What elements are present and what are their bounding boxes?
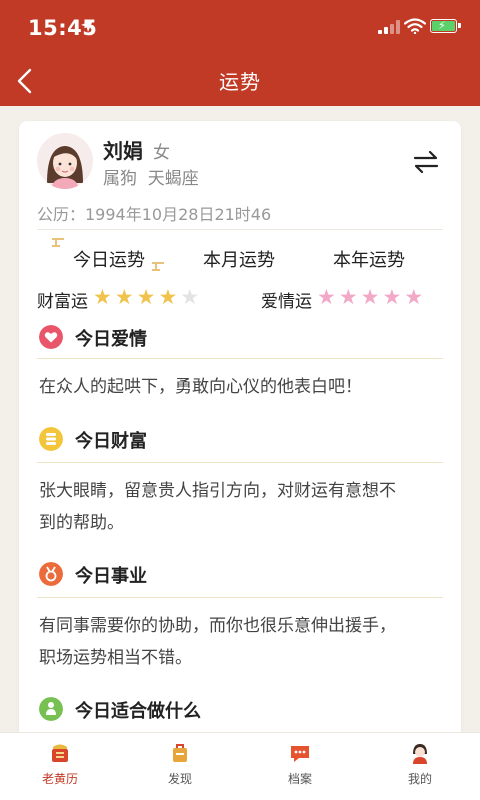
archive-icon — [291, 746, 309, 762]
section-text-line: 在众人的起哄下，勇敢向心仪的他表白吧！ — [39, 377, 362, 397]
cellular-signal-icon — [378, 20, 400, 34]
bottom-tab-bar: 老黄历 发现 档案 我的 — [0, 732, 480, 800]
avatar[interactable] — [37, 133, 93, 189]
location-arrow-icon — [81, 20, 93, 32]
wealth-rating-stars: ★ ★ ★ ★ ★ — [93, 286, 202, 308]
tabbar-item-archive[interactable]: 档案 — [260, 733, 340, 800]
coins-icon — [39, 427, 63, 451]
user-gender: 女 — [153, 143, 170, 163]
divider — [37, 462, 443, 463]
wealth-rating-label: 财富运 — [37, 292, 88, 312]
star-icon: ★ — [382, 285, 402, 309]
tabbar-item-profile[interactable]: 我的 — [380, 733, 460, 800]
tab-today[interactable]: 今日运势 — [73, 246, 145, 272]
wifi-icon — [404, 18, 426, 34]
star-icon: ★ — [158, 285, 178, 309]
section-text-line: 张大眼睛，留意贵人指引方向，对财运有意想不 — [39, 481, 396, 501]
divider — [37, 358, 443, 359]
discover-icon — [173, 744, 187, 762]
section-text: 在众人的起哄下，勇敢向心仪的他表白吧！ — [39, 371, 441, 403]
heart-icon — [39, 325, 63, 349]
girl-avatar-icon — [37, 133, 93, 189]
love-rating-stars: ★ ★ ★ ★ ★ — [317, 286, 426, 308]
tabbar-label: 发现 — [167, 772, 192, 786]
section-text: 有同事需要你的协助，而你也很乐意伸出援手， 职场运势相当不错。 — [39, 610, 441, 674]
star-icon: ★ — [114, 285, 134, 309]
tab-month[interactable]: 本月运势 — [203, 246, 275, 272]
almanac-icon — [52, 744, 68, 762]
tab-ornament-icon — [152, 262, 164, 271]
status-bar: 15:45 ⚡ — [0, 0, 480, 56]
star-icon: ★ — [180, 285, 200, 309]
star-icon: ★ — [317, 285, 336, 309]
user-zodiac: 属狗 天蝎座 — [103, 169, 199, 189]
tabbar-label: 我的 — [407, 772, 432, 786]
section-text-line: 到的帮助。 — [39, 513, 124, 533]
page-title: 运势 — [219, 70, 261, 94]
section-title: 今日财富 — [75, 431, 147, 452]
star-icon: ★ — [360, 285, 380, 309]
battery-icon: ⚡ — [430, 19, 461, 33]
section-title: 今日适合做什么 — [75, 701, 201, 722]
section-text-line: 职场运势相当不错。 — [39, 648, 192, 668]
tabbar-label: 老黄历 — [41, 772, 78, 786]
star-icon: ★ — [338, 285, 358, 309]
person-icon — [39, 697, 63, 721]
profile-icon — [413, 744, 427, 764]
app-header: 15:45 ⚡ 运势 — [0, 0, 480, 106]
tab-ornament-icon — [52, 238, 64, 247]
section-text: 张大眼睛，留意贵人指引方向，对财运有意想不 到的帮助。 — [39, 475, 441, 539]
love-rating-label: 爱情运 — [261, 292, 312, 312]
tabbar-label: 档案 — [287, 772, 312, 786]
tab-year[interactable]: 本年运势 — [333, 246, 405, 272]
birth-date: 公历：1994年10月28日21时46 — [37, 205, 272, 224]
section-title: 今日事业 — [75, 566, 147, 587]
tabbar-item-almanac[interactable]: 老黄历 — [20, 733, 100, 800]
medal-icon — [39, 562, 63, 586]
section-title: 今日爱情 — [75, 329, 147, 350]
tabbar-item-discover[interactable]: 发现 — [140, 733, 220, 800]
section-text-line: 有同事需要你的协助，而你也很乐意伸出援手， — [39, 616, 396, 636]
divider — [37, 597, 443, 598]
star-icon: ★ — [136, 285, 156, 309]
switch-profile-icon[interactable] — [411, 147, 441, 177]
divider — [37, 229, 443, 230]
star-icon: ★ — [404, 285, 424, 309]
user-name: 刘娟 — [103, 139, 143, 163]
star-icon: ★ — [93, 285, 112, 309]
fortune-card: 刘娟 女 属狗 天蝎座 公历：1994年10月28日21时46 今日运势 本月运… — [19, 121, 461, 761]
